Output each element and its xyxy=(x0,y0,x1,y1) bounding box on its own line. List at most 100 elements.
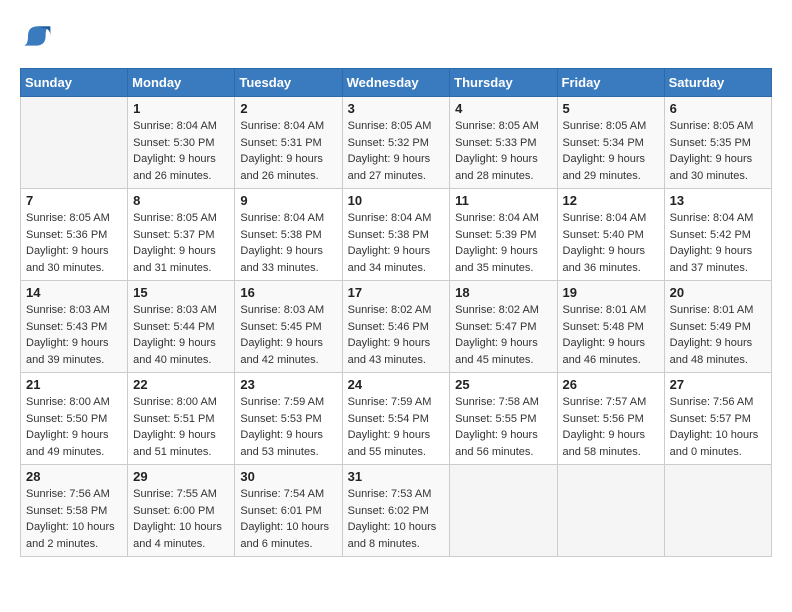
day-number: 8 xyxy=(133,193,229,208)
day-number: 13 xyxy=(670,193,766,208)
day-info: Sunrise: 8:05 AMSunset: 5:36 PMDaylight:… xyxy=(26,210,122,276)
column-header-thursday: Thursday xyxy=(450,69,557,97)
day-info: Sunrise: 8:00 AMSunset: 5:50 PMDaylight:… xyxy=(26,394,122,460)
day-info: Sunrise: 7:55 AMSunset: 6:00 PMDaylight:… xyxy=(133,486,229,552)
day-info: Sunrise: 8:04 AMSunset: 5:31 PMDaylight:… xyxy=(240,118,336,184)
calendar-cell: 4 Sunrise: 8:05 AMSunset: 5:33 PMDayligh… xyxy=(450,97,557,189)
day-number: 26 xyxy=(563,377,659,392)
calendar-cell: 3 Sunrise: 8:05 AMSunset: 5:32 PMDayligh… xyxy=(342,97,450,189)
day-number: 4 xyxy=(455,101,551,116)
day-number: 10 xyxy=(348,193,445,208)
day-number: 18 xyxy=(455,285,551,300)
day-number: 28 xyxy=(26,469,122,484)
day-info: Sunrise: 8:03 AMSunset: 5:44 PMDaylight:… xyxy=(133,302,229,368)
day-number: 17 xyxy=(348,285,445,300)
header xyxy=(20,20,772,52)
calendar-cell: 16 Sunrise: 8:03 AMSunset: 5:45 PMDaylig… xyxy=(235,281,342,373)
day-number: 12 xyxy=(563,193,659,208)
calendar-cell: 2 Sunrise: 8:04 AMSunset: 5:31 PMDayligh… xyxy=(235,97,342,189)
logo xyxy=(20,20,56,52)
calendar-week-row: 7 Sunrise: 8:05 AMSunset: 5:36 PMDayligh… xyxy=(21,189,772,281)
calendar-week-row: 14 Sunrise: 8:03 AMSunset: 5:43 PMDaylig… xyxy=(21,281,772,373)
calendar-cell xyxy=(557,465,664,557)
column-header-sunday: Sunday xyxy=(21,69,128,97)
day-info: Sunrise: 8:05 AMSunset: 5:33 PMDaylight:… xyxy=(455,118,551,184)
day-info: Sunrise: 8:00 AMSunset: 5:51 PMDaylight:… xyxy=(133,394,229,460)
column-header-wednesday: Wednesday xyxy=(342,69,450,97)
calendar-cell xyxy=(664,465,771,557)
calendar-cell: 6 Sunrise: 8:05 AMSunset: 5:35 PMDayligh… xyxy=(664,97,771,189)
column-header-saturday: Saturday xyxy=(664,69,771,97)
day-number: 21 xyxy=(26,377,122,392)
calendar-cell: 14 Sunrise: 8:03 AMSunset: 5:43 PMDaylig… xyxy=(21,281,128,373)
calendar-cell xyxy=(21,97,128,189)
calendar-cell: 15 Sunrise: 8:03 AMSunset: 5:44 PMDaylig… xyxy=(128,281,235,373)
day-number: 11 xyxy=(455,193,551,208)
calendar-cell: 30 Sunrise: 7:54 AMSunset: 6:01 PMDaylig… xyxy=(235,465,342,557)
logo-icon xyxy=(20,20,52,52)
day-info: Sunrise: 7:54 AMSunset: 6:01 PMDaylight:… xyxy=(240,486,336,552)
day-info: Sunrise: 8:05 AMSunset: 5:37 PMDaylight:… xyxy=(133,210,229,276)
day-number: 25 xyxy=(455,377,551,392)
day-info: Sunrise: 8:04 AMSunset: 5:38 PMDaylight:… xyxy=(240,210,336,276)
day-info: Sunrise: 8:01 AMSunset: 5:49 PMDaylight:… xyxy=(670,302,766,368)
day-number: 9 xyxy=(240,193,336,208)
calendar-cell: 17 Sunrise: 8:02 AMSunset: 5:46 PMDaylig… xyxy=(342,281,450,373)
day-number: 6 xyxy=(670,101,766,116)
calendar-cell: 10 Sunrise: 8:04 AMSunset: 5:38 PMDaylig… xyxy=(342,189,450,281)
day-number: 27 xyxy=(670,377,766,392)
day-number: 22 xyxy=(133,377,229,392)
day-info: Sunrise: 8:01 AMSunset: 5:48 PMDaylight:… xyxy=(563,302,659,368)
calendar-cell: 13 Sunrise: 8:04 AMSunset: 5:42 PMDaylig… xyxy=(664,189,771,281)
calendar-cell: 23 Sunrise: 7:59 AMSunset: 5:53 PMDaylig… xyxy=(235,373,342,465)
day-number: 29 xyxy=(133,469,229,484)
calendar-week-row: 28 Sunrise: 7:56 AMSunset: 5:58 PMDaylig… xyxy=(21,465,772,557)
calendar-cell: 8 Sunrise: 8:05 AMSunset: 5:37 PMDayligh… xyxy=(128,189,235,281)
day-info: Sunrise: 8:04 AMSunset: 5:39 PMDaylight:… xyxy=(455,210,551,276)
calendar-header-row: SundayMondayTuesdayWednesdayThursdayFrid… xyxy=(21,69,772,97)
day-number: 19 xyxy=(563,285,659,300)
day-info: Sunrise: 8:03 AMSunset: 5:43 PMDaylight:… xyxy=(26,302,122,368)
day-info: Sunrise: 8:04 AMSunset: 5:38 PMDaylight:… xyxy=(348,210,445,276)
calendar-cell: 21 Sunrise: 8:00 AMSunset: 5:50 PMDaylig… xyxy=(21,373,128,465)
calendar-cell: 28 Sunrise: 7:56 AMSunset: 5:58 PMDaylig… xyxy=(21,465,128,557)
calendar-cell: 19 Sunrise: 8:01 AMSunset: 5:48 PMDaylig… xyxy=(557,281,664,373)
day-number: 16 xyxy=(240,285,336,300)
day-info: Sunrise: 8:02 AMSunset: 5:46 PMDaylight:… xyxy=(348,302,445,368)
day-info: Sunrise: 7:56 AMSunset: 5:57 PMDaylight:… xyxy=(670,394,766,460)
calendar-cell xyxy=(450,465,557,557)
day-number: 14 xyxy=(26,285,122,300)
calendar-cell: 31 Sunrise: 7:53 AMSunset: 6:02 PMDaylig… xyxy=(342,465,450,557)
calendar-table: SundayMondayTuesdayWednesdayThursdayFrid… xyxy=(20,68,772,557)
day-info: Sunrise: 8:05 AMSunset: 5:35 PMDaylight:… xyxy=(670,118,766,184)
day-info: Sunrise: 8:04 AMSunset: 5:42 PMDaylight:… xyxy=(670,210,766,276)
calendar-cell: 7 Sunrise: 8:05 AMSunset: 5:36 PMDayligh… xyxy=(21,189,128,281)
column-header-friday: Friday xyxy=(557,69,664,97)
calendar-cell: 9 Sunrise: 8:04 AMSunset: 5:38 PMDayligh… xyxy=(235,189,342,281)
calendar-cell: 12 Sunrise: 8:04 AMSunset: 5:40 PMDaylig… xyxy=(557,189,664,281)
day-info: Sunrise: 8:02 AMSunset: 5:47 PMDaylight:… xyxy=(455,302,551,368)
calendar-cell: 1 Sunrise: 8:04 AMSunset: 5:30 PMDayligh… xyxy=(128,97,235,189)
day-number: 5 xyxy=(563,101,659,116)
day-number: 1 xyxy=(133,101,229,116)
day-number: 23 xyxy=(240,377,336,392)
day-number: 24 xyxy=(348,377,445,392)
day-info: Sunrise: 8:04 AMSunset: 5:30 PMDaylight:… xyxy=(133,118,229,184)
day-info: Sunrise: 7:59 AMSunset: 5:53 PMDaylight:… xyxy=(240,394,336,460)
day-number: 15 xyxy=(133,285,229,300)
day-number: 30 xyxy=(240,469,336,484)
day-info: Sunrise: 7:59 AMSunset: 5:54 PMDaylight:… xyxy=(348,394,445,460)
column-header-tuesday: Tuesday xyxy=(235,69,342,97)
day-info: Sunrise: 8:05 AMSunset: 5:32 PMDaylight:… xyxy=(348,118,445,184)
column-header-monday: Monday xyxy=(128,69,235,97)
day-number: 31 xyxy=(348,469,445,484)
calendar-cell: 24 Sunrise: 7:59 AMSunset: 5:54 PMDaylig… xyxy=(342,373,450,465)
calendar-cell: 27 Sunrise: 7:56 AMSunset: 5:57 PMDaylig… xyxy=(664,373,771,465)
calendar-cell: 29 Sunrise: 7:55 AMSunset: 6:00 PMDaylig… xyxy=(128,465,235,557)
calendar-cell: 5 Sunrise: 8:05 AMSunset: 5:34 PMDayligh… xyxy=(557,97,664,189)
day-info: Sunrise: 7:56 AMSunset: 5:58 PMDaylight:… xyxy=(26,486,122,552)
day-info: Sunrise: 8:04 AMSunset: 5:40 PMDaylight:… xyxy=(563,210,659,276)
day-number: 20 xyxy=(670,285,766,300)
calendar-week-row: 1 Sunrise: 8:04 AMSunset: 5:30 PMDayligh… xyxy=(21,97,772,189)
day-number: 7 xyxy=(26,193,122,208)
